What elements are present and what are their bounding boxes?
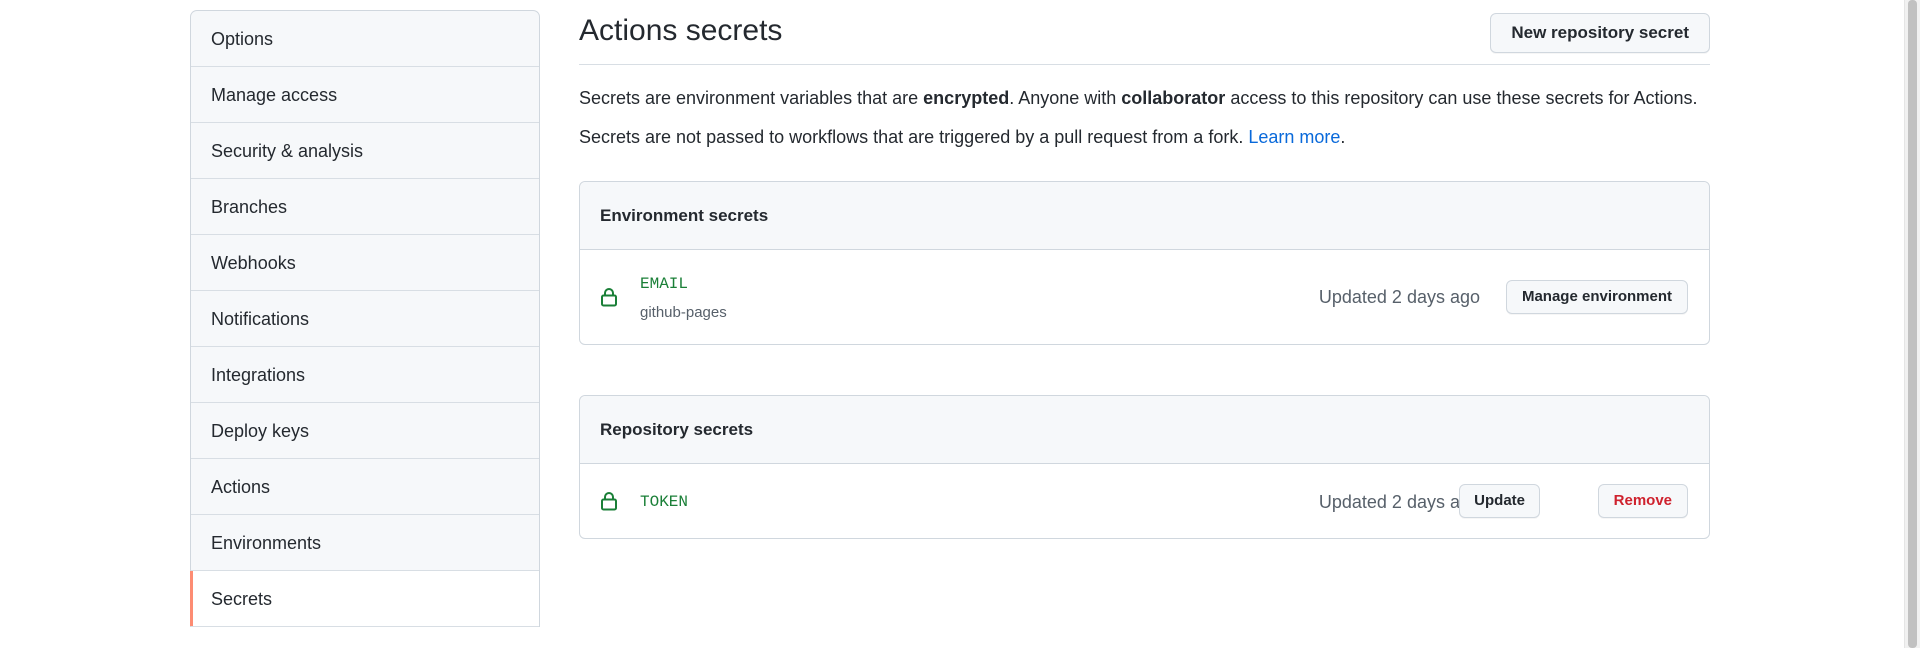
sidebar-item-webhooks[interactable]: Webhooks xyxy=(191,235,539,291)
sidebar-item-deploy-keys[interactable]: Deploy keys xyxy=(191,403,539,459)
learn-more-link[interactable]: Learn more xyxy=(1248,127,1340,147)
fork-note-text: Secrets are not passed to workflows that… xyxy=(579,127,1249,147)
description-emphasis-collaborator: collaborator xyxy=(1121,88,1226,108)
manage-environment-button[interactable]: Manage environment xyxy=(1505,280,1688,314)
fork-note-suffix: . xyxy=(1340,127,1346,147)
main-content: Actions secrets New repository secret Se… xyxy=(579,0,1710,539)
page-header: Actions secrets New repository secret xyxy=(579,0,1710,65)
repository-secrets-header: Repository secrets xyxy=(580,396,1709,464)
environment-secrets-box: Environment secrets EMAIL github-pages U… xyxy=(579,181,1710,345)
environment-secrets-header: Environment secrets xyxy=(580,182,1709,250)
sidebar-item-notifications[interactable]: Notifications xyxy=(191,291,539,347)
secrets-description: Secrets are environment variables that a… xyxy=(579,88,1698,109)
repository-secrets-box: Repository secrets TOKEN Updated 2 days … xyxy=(579,395,1710,539)
secret-environment: github-pages xyxy=(640,304,727,321)
fork-note: Secrets are not passed to workflows that… xyxy=(579,127,1345,148)
lock-icon xyxy=(601,492,617,511)
new-repository-secret-button[interactable]: New repository secret xyxy=(1490,13,1710,53)
secret-name: EMAIL xyxy=(640,275,689,293)
sidebar-item-actions[interactable]: Actions xyxy=(191,459,539,515)
secret-updated-time: Updated 2 days ago xyxy=(1318,287,1480,307)
sidebar-item-branches[interactable]: Branches xyxy=(191,179,539,235)
sidebar-item-integrations[interactable]: Integrations xyxy=(191,347,539,403)
sidebar-item-options[interactable]: Options xyxy=(191,11,539,67)
scrollbar-thumb[interactable] xyxy=(1908,0,1917,648)
page-title: Actions secrets xyxy=(579,14,783,47)
sidebar-item-environments[interactable]: Environments xyxy=(191,515,539,571)
secret-name: TOKEN xyxy=(640,493,689,511)
remove-secret-button[interactable]: Remove xyxy=(1597,484,1688,518)
sidebar-item-security-analysis[interactable]: Security & analysis xyxy=(191,123,539,179)
scrollbar[interactable] xyxy=(1904,0,1920,648)
description-text: . Anyone with xyxy=(1009,88,1122,108)
description-text: Secrets are environment variables that a… xyxy=(579,88,924,108)
description-text: access to this repository can use these … xyxy=(1225,88,1698,108)
secret-updated-time: Updated 2 days ago xyxy=(1318,492,1480,512)
secret-row: EMAIL github-pages Updated 2 days ago Ma… xyxy=(580,250,1709,345)
description-emphasis-encrypted: encrypted xyxy=(923,88,1010,108)
sidebar-item-manage-access[interactable]: Manage access xyxy=(191,67,539,123)
settings-sidebar: Options Manage access Security & analysi… xyxy=(190,10,540,627)
lock-icon xyxy=(601,288,617,307)
update-secret-button[interactable]: Update xyxy=(1459,484,1540,518)
secret-row: TOKEN Updated 2 days ago Update Remove xyxy=(580,464,1709,539)
sidebar-item-secrets[interactable]: Secrets xyxy=(190,571,539,627)
